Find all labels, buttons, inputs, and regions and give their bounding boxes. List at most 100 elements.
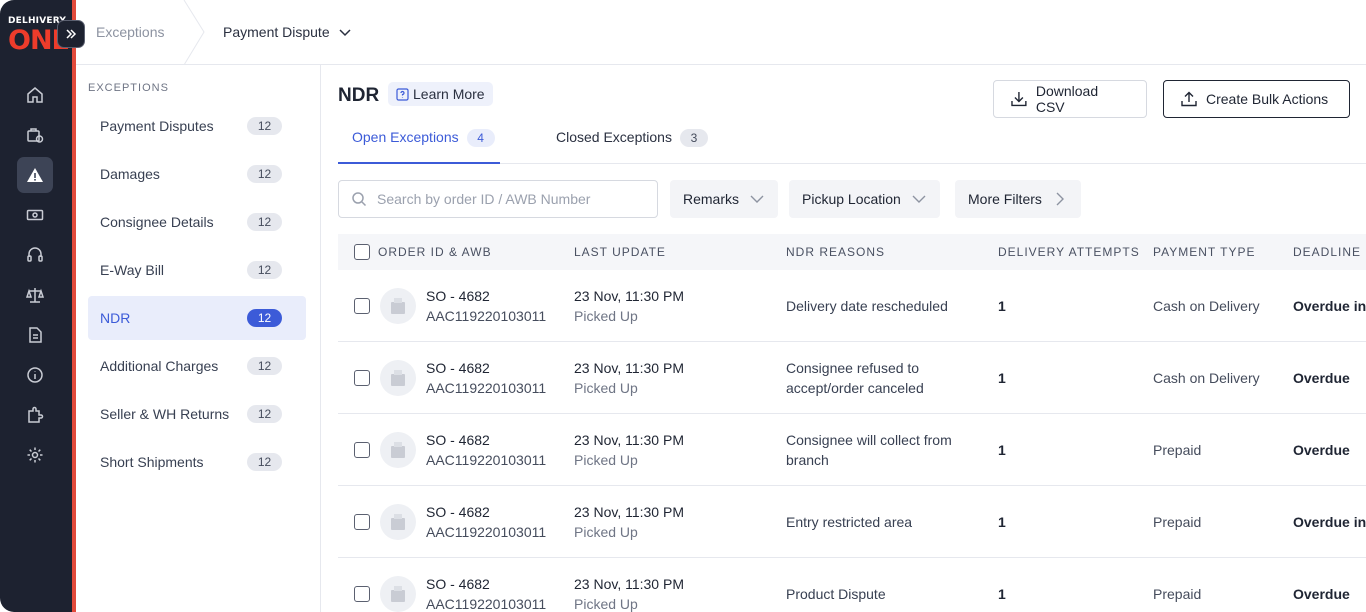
- upload-icon: [1181, 91, 1197, 107]
- package-icon: [391, 298, 405, 314]
- create-bulk-actions-label: Create Bulk Actions: [1206, 91, 1329, 107]
- download-csv-button[interactable]: Download CSV: [993, 80, 1147, 118]
- breadcrumb-exceptions[interactable]: Exceptions: [96, 24, 164, 40]
- count-badge: 12: [247, 213, 282, 231]
- sidebar-item-label: Seller & WH Returns: [100, 406, 230, 422]
- remarks-filter-dropdown[interactable]: Remarks: [670, 180, 779, 218]
- row-checkbox[interactable]: [354, 298, 370, 314]
- payment-type: Prepaid: [1153, 442, 1202, 458]
- count-badge: 12: [247, 405, 282, 423]
- tab-open-exceptions[interactable]: Open Exceptions 4: [338, 123, 500, 164]
- create-bulk-actions-button[interactable]: Create Bulk Actions: [1163, 80, 1350, 118]
- info-icon: [27, 367, 43, 383]
- column-header-payment-type[interactable]: PAYMENT TYPE: [1153, 245, 1255, 259]
- payment-type: Prepaid: [1153, 514, 1202, 530]
- ndr-reason: Product Dispute: [786, 586, 886, 602]
- payment-type: Cash on Delivery: [1153, 298, 1260, 314]
- download-csv-label: Download CSV: [1035, 83, 1099, 115]
- table-row[interactable]: SO - 4682 AAC119220103011 23 Nov, 11:30 …: [338, 270, 1366, 342]
- sidebar-item-consignee-details[interactable]: Consignee Details 12: [88, 200, 306, 244]
- table-row[interactable]: SO - 4682 AAC119220103011 23 Nov, 11:30 …: [338, 414, 1366, 486]
- weight-icon: [26, 288, 44, 303]
- row-checkbox[interactable]: [354, 514, 370, 530]
- download-icon: [1011, 92, 1027, 107]
- rail-orders[interactable]: [17, 117, 53, 153]
- exceptions-sidebar: EXCEPTIONS Payment Disputes 12 Damages 1…: [76, 65, 321, 612]
- rail-home[interactable]: [17, 77, 53, 113]
- settings-icon: [27, 447, 43, 463]
- update-status: Picked Up: [574, 596, 638, 612]
- rail-payments[interactable]: [17, 197, 53, 233]
- tab-closed-exceptions[interactable]: Closed Exceptions 3: [556, 123, 708, 164]
- select-all-checkbox[interactable]: [354, 244, 370, 260]
- column-header-deadline[interactable]: DEADLINE: [1293, 245, 1361, 259]
- exception-tabs: Open Exceptions 4 Closed Exceptions 3: [338, 123, 1366, 164]
- delivery-attempts: 1: [998, 514, 1006, 530]
- package-icon: [391, 514, 405, 530]
- sidebar-item-label: Payment Disputes: [100, 118, 214, 134]
- count-badge: 12: [247, 453, 282, 471]
- search-box[interactable]: [338, 180, 658, 218]
- search-input[interactable]: [377, 191, 637, 207]
- delivery-attempts: 1: [998, 298, 1006, 314]
- expand-sidebar-button[interactable]: [57, 20, 85, 48]
- sidebar-item-label: NDR: [100, 310, 131, 326]
- ndr-reason: Entry restricted area: [786, 514, 913, 530]
- breadcrumb-current-dropdown[interactable]: Payment Dispute: [223, 24, 352, 40]
- sidebar-item-ndr[interactable]: NDR 12: [88, 296, 306, 340]
- delivery-attempts: 1: [998, 370, 1006, 386]
- package-icon: [391, 586, 405, 602]
- update-time: 23 Nov, 11:30 PM: [574, 504, 684, 520]
- row-checkbox[interactable]: [354, 442, 370, 458]
- table-row[interactable]: SO - 4682 AAC119220103011 23 Nov, 11:30 …: [338, 558, 1366, 612]
- filter-label: Pickup Location: [802, 191, 901, 207]
- column-header-delivery-attempts[interactable]: DELIVERY ATTEMPTS: [998, 245, 1140, 259]
- row-checkbox[interactable]: [354, 586, 370, 602]
- double-chevron-right-icon: [66, 29, 77, 39]
- sidebar-item-seller-wh-returns[interactable]: Seller & WH Returns 12: [88, 392, 306, 436]
- rail-support[interactable]: [17, 237, 53, 273]
- payment-type: Prepaid: [1153, 586, 1202, 602]
- sidebar-item-payment-disputes[interactable]: Payment Disputes 12: [88, 104, 306, 148]
- order-id[interactable]: SO - 4682: [426, 576, 490, 592]
- order-id[interactable]: SO - 4682: [426, 360, 490, 376]
- row-checkbox[interactable]: [354, 370, 370, 386]
- orders-icon: [27, 128, 44, 143]
- column-header-ndr-reasons[interactable]: NDR REASONS: [786, 245, 885, 259]
- learn-more-button[interactable]: Learn More: [388, 82, 493, 106]
- rail-info[interactable]: [17, 357, 53, 393]
- deadline: Overdue: [1293, 442, 1350, 458]
- sidebar-item-short-shipments[interactable]: Short Shipments 12: [88, 440, 306, 484]
- help-icon: [396, 87, 409, 101]
- table-row[interactable]: SO - 4682 AAC119220103011 23 Nov, 11:30 …: [338, 486, 1366, 558]
- sidebar-item-eway-bill[interactable]: E-Way Bill 12: [88, 248, 306, 292]
- more-filters-button[interactable]: More Filters: [955, 180, 1081, 218]
- rail-documents[interactable]: [17, 317, 53, 353]
- table-header: ORDER ID & AWB LAST UPDATE NDR REASONS D…: [338, 234, 1366, 270]
- column-header-order-id[interactable]: ORDER ID & AWB: [378, 245, 492, 259]
- sidebar-item-label: E-Way Bill: [100, 262, 165, 278]
- rail-settings[interactable]: [17, 437, 53, 473]
- rail-integrations[interactable]: [17, 397, 53, 433]
- package-icon: [391, 370, 405, 386]
- order-id[interactable]: SO - 4682: [426, 504, 490, 520]
- pickup-location-filter-dropdown[interactable]: Pickup Location: [789, 180, 940, 218]
- rail-weight[interactable]: [17, 277, 53, 313]
- order-id[interactable]: SO - 4682: [426, 288, 490, 304]
- sidebar-heading: EXCEPTIONS: [88, 82, 169, 94]
- rail-exceptions[interactable]: [17, 157, 53, 193]
- table-row[interactable]: SO - 4682 AAC119220103011 23 Nov, 11:30 …: [338, 342, 1366, 414]
- update-time: 23 Nov, 11:30 PM: [574, 576, 684, 592]
- column-header-last-update[interactable]: LAST UPDATE: [574, 245, 666, 259]
- count-badge: 12: [247, 309, 282, 327]
- tab-label: Open Exceptions: [352, 129, 459, 145]
- update-status: Picked Up: [574, 524, 638, 540]
- sidebar-item-damages[interactable]: Damages 12: [88, 152, 306, 196]
- sidebar-item-label: Additional Charges: [100, 358, 219, 374]
- chevron-down-icon: [750, 195, 764, 203]
- update-status: Picked Up: [574, 380, 638, 396]
- order-id[interactable]: SO - 4682: [426, 432, 490, 448]
- awb-number: AAC119220103011: [426, 380, 547, 396]
- chevron-down-icon: [339, 29, 351, 37]
- sidebar-item-additional-charges[interactable]: Additional Charges 12: [88, 344, 306, 388]
